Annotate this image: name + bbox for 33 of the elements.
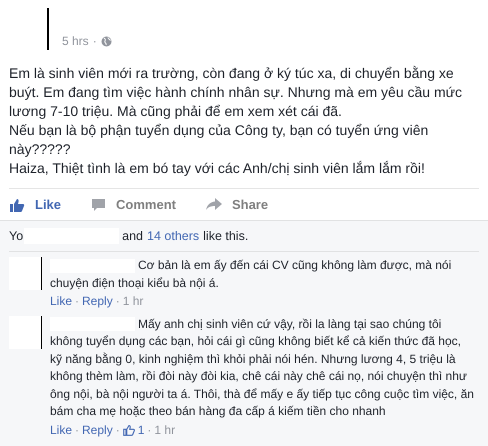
post-text: Em là sinh viên mới ra trường, còn đang ở ký túc xa, di chuyển bằng xe buýt. Em đang tìm việc hành chính nhân sự. Nhưng mà em yêu cầu mức lương 7-10 triệu. Mà cũng phải để em xem xét cái đã.: [9, 64, 464, 121]
comment-button[interactable]: Comment: [91, 194, 176, 214]
post-time[interactable]: 5 hrs: [62, 32, 89, 50]
reply-link[interactable]: Reply: [82, 422, 113, 439]
comment-text: Mấy anh chị sinh viên cứ vậy, rồi la làng tại sao chúng tôi không tuyển dụng các bạn, hỏi cái gì cũng không biết kể cả kiến thức đã học, kỹ năng bằng 0, kinh nghiệm thì khỏi phải nói hén. Nhưng lương 4, 5 triệu là không thèm làm, rồi đòi này đòi kia, chê cái này chê cái nọ, nói chuyện thì như ông nội, bà nội người ta á. Thôi, thà để mấy e ấy tiếp tục công cuộc tìm việc, ăn bám cha mẹ hoặc theo bán hàng đa cấp á kiếm tiền cho nhanh: [50, 316, 475, 420]
reaction-count[interactable]: 1: [138, 422, 144, 439]
share-arrow-icon: [206, 198, 222, 211]
thumbs-up-icon: [9, 196, 25, 212]
separator-dot: ·: [75, 293, 80, 310]
separator-dot: ·: [92, 33, 97, 50]
like-button[interactable]: Like: [9, 194, 62, 214]
like-link[interactable]: Like: [50, 422, 72, 439]
separator-dot: ·: [116, 422, 120, 438]
likers-text: like this.: [203, 228, 248, 245]
post-text: Nếu bạn là bộ phận tuyển dụng của Công ty, bạn có tuyển ứng viên này?????: [9, 121, 430, 159]
globe-icon: [100, 36, 112, 46]
comment-time[interactable]: 1 hr: [154, 422, 176, 439]
others-link[interactable]: 14 others: [147, 226, 200, 246]
separator-dot: ·: [75, 422, 80, 438]
reply-link[interactable]: Reply: [82, 293, 113, 310]
avatar[interactable]: [9, 257, 42, 290]
comment-time[interactable]: 1 hr: [122, 293, 144, 310]
likers-text: Yo: [9, 228, 24, 245]
likers-text: and: [122, 228, 144, 245]
share-button[interactable]: Share: [206, 194, 268, 214]
thumbs-up-icon: [122, 424, 135, 436]
separator-dot: ·: [116, 293, 120, 310]
separator-dot: ·: [147, 422, 152, 438]
like-link[interactable]: Like: [50, 293, 72, 310]
comment-text: Cơ bản là em ấy đến cái CV cũng không làm được, mà nói chuyện điện thoại kiểu bà nội á.: [50, 257, 452, 292]
post-text: Haiza, Thiệt tình là em bó tay với các Anh/chị sinh viên lắm lắm rồi!: [9, 159, 426, 178]
avatar[interactable]: [9, 316, 42, 348]
speech-bubble-icon: [91, 198, 106, 212]
